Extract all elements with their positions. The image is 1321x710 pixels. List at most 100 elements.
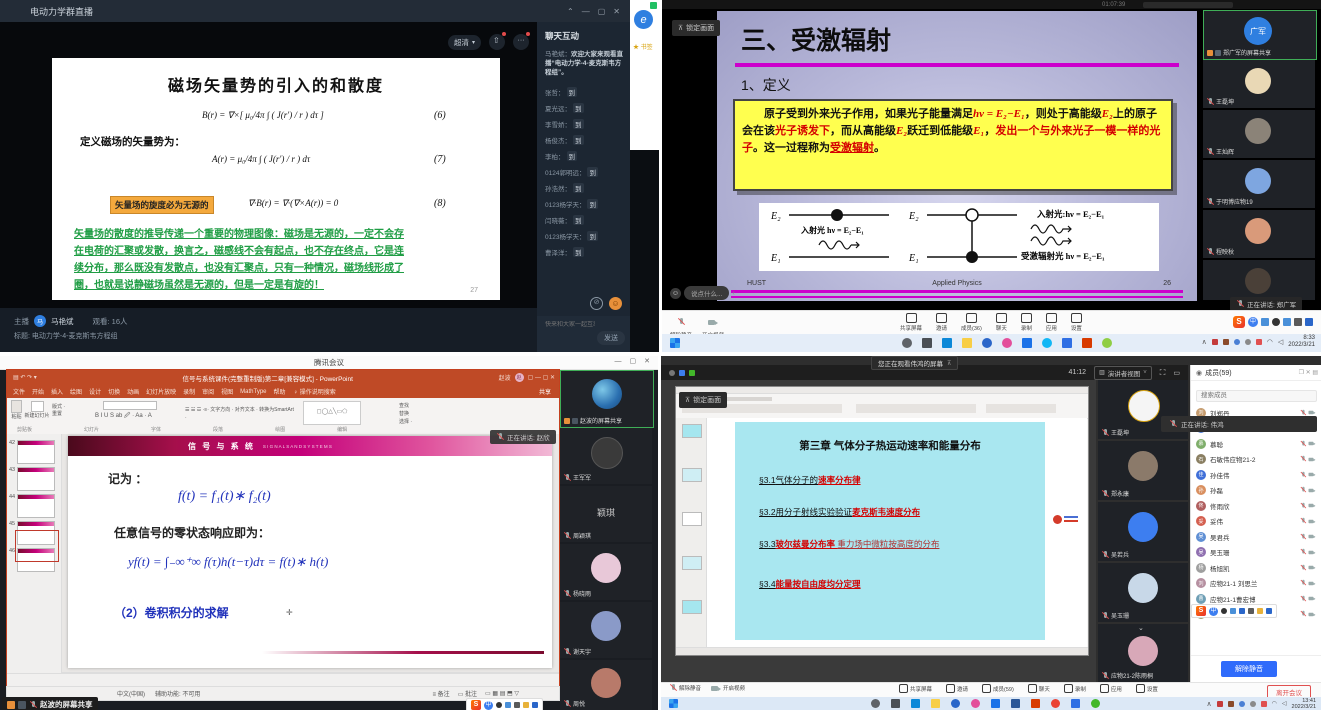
ribbon-tab[interactable]: 视图 [221,387,233,396]
find-button[interactable]: 查找 [399,402,412,410]
participant-tile[interactable]: 颖琪 周颖琪 [560,486,652,542]
member-row[interactable]: 妥 妥伟 [1191,514,1321,530]
sogou-logo-icon[interactable]: S [471,700,481,710]
ime-tool-icon[interactable] [1283,318,1291,326]
ribbon-tab[interactable]: MathType [240,389,266,395]
ime-keyboard-icon[interactable] [1248,608,1254,614]
participant-tile[interactable]: 吴玉珊 [1098,563,1188,622]
tray-mic-icon[interactable] [1234,339,1240,345]
tell-me-search[interactable]: ♀ 操作说明搜索 [294,387,336,396]
tray-icon[interactable] [1223,339,1229,345]
toolbar-item[interactable]: 聊天 [996,313,1007,332]
emoji-icon[interactable]: ☺ [670,288,681,299]
participant-tile[interactable]: 郑永康 [1098,441,1188,500]
volume-icon[interactable]: ◁ [1278,338,1283,346]
paste-button[interactable]: 粘贴 [11,400,22,420]
tray-icon[interactable] [1212,339,1218,345]
ime-tool-icon[interactable] [1257,608,1263,614]
slide-thumbnail[interactable]: 43 [9,467,59,491]
participant-tile-share[interactable]: 广军 郑广军的屏幕共享 [1203,10,1317,60]
window-controls[interactable]: —▢✕ [611,357,655,365]
tray-settings-icon[interactable] [1245,339,1251,345]
camera-off-icon[interactable] [1309,565,1316,570]
mic-muted-icon[interactable] [1300,487,1306,493]
pin-icon[interactable]: ⊼ [947,360,951,367]
layout-button[interactable]: 版式 · [52,403,65,410]
ribbon-tab[interactable]: 开始 [32,387,44,396]
fullscreen-button[interactable]: ⛶ [1160,368,1166,378]
taskbar-app-icon[interactable] [1071,699,1080,708]
camera-off-icon[interactable] [1309,534,1316,539]
ime-mic-icon[interactable] [1239,608,1245,614]
slide-thumbnail[interactable]: 42 [9,440,59,464]
camera-off-icon[interactable] [1309,410,1316,415]
toolbar-item[interactable]: 应用 [1046,313,1057,332]
taskbar-app-icon[interactable] [1091,699,1100,708]
taskbar-app-icon[interactable] [942,338,952,348]
tray-icon[interactable] [1228,701,1234,707]
camera-off-icon[interactable] [1309,488,1316,493]
slide-item-2[interactable]: §3.2用分子射线实验验证麦克斯韦速度分布 [759,506,920,518]
sogou-logo-icon[interactable]: S [1196,606,1206,616]
browser-logo-icon[interactable]: e [634,10,653,29]
ribbon-tab[interactable]: 幻灯片放映 [146,387,176,396]
pop-out-button[interactable]: ▭ [1173,369,1180,377]
mic-muted-icon[interactable] [1300,596,1306,602]
tray-icon[interactable] [1256,339,1262,345]
ime-tool-icon[interactable] [1305,318,1313,326]
ime-mic-icon[interactable] [505,702,511,708]
tray-mic-icon[interactable] [1239,701,1245,707]
mic-muted-icon[interactable] [1300,503,1306,509]
ime-toolbar[interactable]: S 中 [466,698,543,710]
tray-chevron-icon[interactable]: ∧ [1207,700,1212,708]
toolbar-item[interactable]: 应用 [1100,684,1122,693]
volume-icon[interactable]: ◁ [1282,700,1287,707]
shapes-gallery[interactable]: ◻◯△╲▭⬠ [303,401,361,425]
ribbon-tab[interactable]: 切换 [108,387,120,396]
camera-off-icon[interactable] [1309,550,1316,555]
ribbon-tab[interactable]: 文件 [13,387,25,396]
tray-chevron-icon[interactable]: ∧ [1202,338,1207,346]
more-button[interactable]: ··· [513,34,529,50]
ime-tool-icon[interactable] [1266,608,1272,614]
chat-input-hint[interactable]: 说点什么... [684,286,729,300]
participant-tile[interactable]: 程映秋 [1203,210,1315,258]
mic-muted-icon[interactable] [1300,518,1306,524]
taskbar-app-icon[interactable] [922,338,932,348]
ime-toolbar[interactable]: S 中 [1191,604,1277,618]
browser-extension-icon[interactable] [650,2,657,9]
ribbon-tab[interactable]: 审阅 [202,387,214,396]
member-row[interactable]: 刘 应物21-1 刘思兰 [1191,576,1321,592]
participant-tile[interactable]: 于明博应物19 [1203,160,1315,208]
wifi-icon[interactable]: ◠ [1272,700,1277,707]
ribbon-tab[interactable]: 插入 [51,387,63,396]
pin-screen-button[interactable]: ⊼ 锁定画面 [672,20,720,36]
screen-share-badge[interactable]: 赵波的屏幕共享 [2,697,98,710]
unmute-button[interactable]: 解除静音 [669,684,701,692]
slide-item-4[interactable]: §3.4能量按自由度均分定理 [759,578,861,590]
font-size-box[interactable] [103,401,157,410]
participant-tile[interactable]: 王灿辉 [1203,110,1315,158]
mic-muted-icon[interactable] [1300,441,1306,447]
ime-tool-icon[interactable] [532,702,538,708]
participant-tile[interactable]: 吴若兵 [1098,502,1188,561]
window-controls[interactable]: ⌃—▢✕ [563,7,624,16]
taskbar-app-icon[interactable] [1042,338,1052,348]
quality-button[interactable]: 超清▾ [448,35,481,50]
ime-mode-icon[interactable]: 中 [484,701,493,710]
unmute-button[interactable]: 解除静音 [1221,661,1277,677]
taskbar-app-icon[interactable] [962,338,972,348]
ime-tool-icon[interactable] [1221,608,1227,614]
ppt-window-controls[interactable]: ▢ — ▢ ✕ [528,374,555,381]
taskbar-app-icon[interactable] [991,699,1000,708]
emoji-ban-icon[interactable]: ⊘ [590,297,603,310]
sogou-logo-icon[interactable]: S [1233,316,1245,328]
camera-off-icon[interactable] [1309,503,1316,508]
signal-icon[interactable] [689,370,695,376]
panel-header-buttons[interactable]: ❐ ✕ ▤ [1299,369,1318,376]
clock[interactable]: 13:41 2022/3/21 [1292,698,1316,710]
ime-tool-icon[interactable] [523,702,529,708]
camera-off-icon[interactable] [1309,472,1316,477]
taskbar-app-icon[interactable] [1082,338,1092,348]
mic-muted-icon[interactable] [1300,565,1306,571]
